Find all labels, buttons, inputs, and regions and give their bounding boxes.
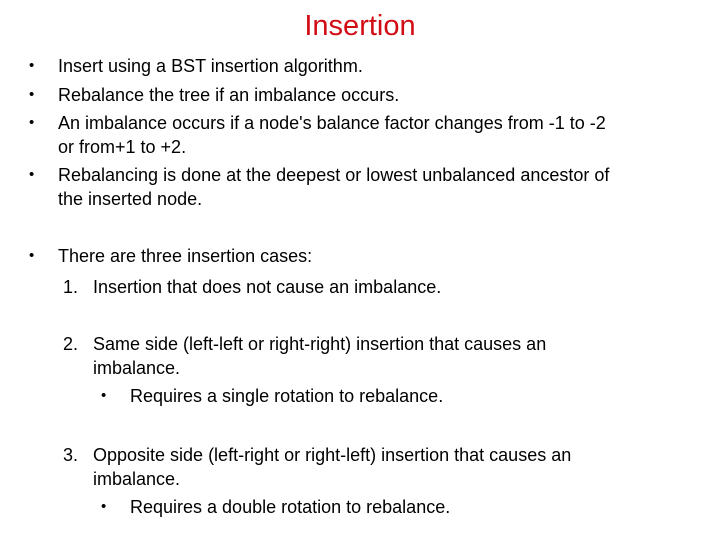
slide-title: Insertion bbox=[304, 10, 416, 42]
bullet-text-continued: or from+1 to +2. bbox=[58, 137, 187, 157]
bullet-text: Rebalancing is done at the deepest or lo… bbox=[58, 165, 610, 185]
bullet-marker: • bbox=[29, 86, 35, 103]
case-text-continued: imbalance. bbox=[93, 358, 181, 378]
bullet-marker: • bbox=[29, 57, 35, 74]
bullet-text: Rebalance the tree if an imbalance occur… bbox=[58, 85, 400, 105]
bullet-text-continued: the inserted node. bbox=[58, 189, 203, 209]
case-text-continued: imbalance. bbox=[93, 469, 181, 489]
bullet-marker: • bbox=[29, 247, 35, 264]
case-number: 1. bbox=[63, 277, 79, 297]
bullet-text: Insert using a BST insertion algorithm. bbox=[58, 56, 363, 76]
case-number: 3. bbox=[63, 445, 79, 465]
case-text: Insertion that does not cause an imbalan… bbox=[93, 277, 442, 297]
bullet-text: There are three insertion cases: bbox=[58, 246, 313, 266]
case-text: Same side (left-left or right-right) ins… bbox=[93, 334, 547, 354]
sub-bullet-text: Requires a double rotation to rebalance. bbox=[130, 497, 451, 517]
bullet-marker: • bbox=[29, 166, 35, 183]
sub-bullet-marker: • bbox=[101, 387, 107, 404]
case-number: 2. bbox=[63, 334, 79, 354]
sub-bullet-text: Requires a single rotation to rebalance. bbox=[130, 386, 444, 406]
bullet-marker: • bbox=[29, 114, 35, 131]
sub-bullet-marker: • bbox=[101, 498, 107, 515]
bullet-text: An imbalance occurs if a node's balance … bbox=[58, 113, 606, 133]
case-text: Opposite side (left-right or right-left)… bbox=[93, 445, 572, 465]
